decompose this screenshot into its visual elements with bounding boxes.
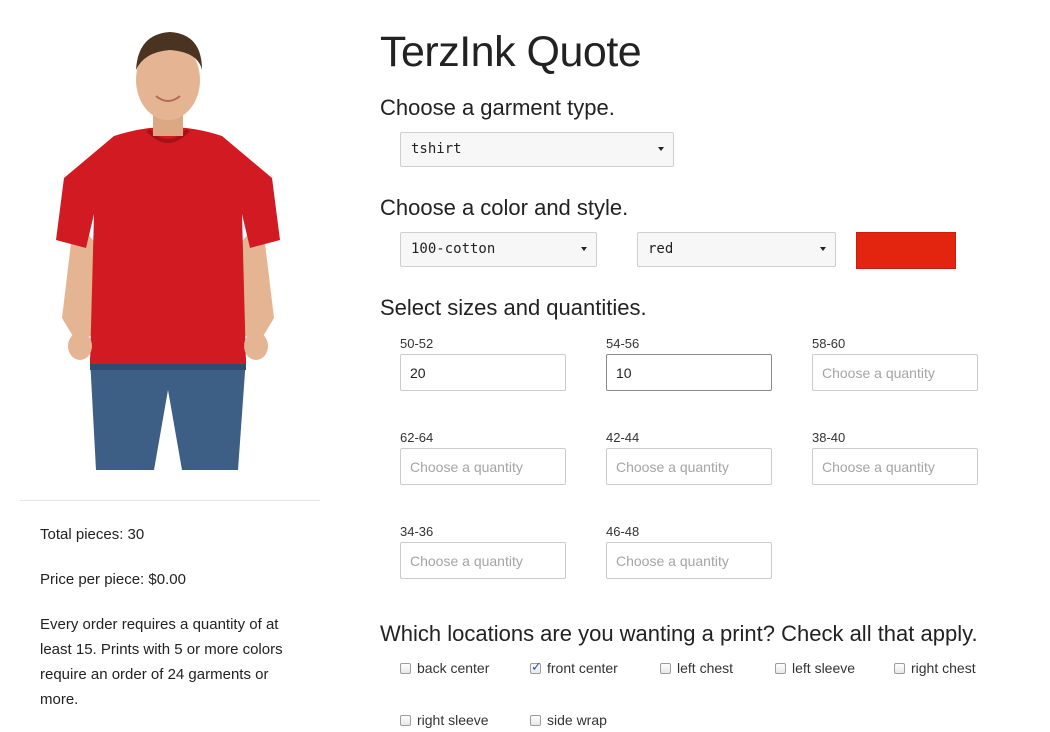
location-label: back center [417, 660, 490, 676]
order-summary: Total pieces: 30 Price per piece: $0.00 … [40, 522, 310, 732]
color-swatch [856, 232, 956, 269]
location-back-center[interactable]: back center [400, 660, 489, 676]
quantity-input-42-44[interactable] [606, 448, 772, 485]
print-locations-heading: Which locations are you wanting a print?… [380, 621, 978, 646]
quantity-input-58-60[interactable] [812, 354, 978, 391]
style-select[interactable]: 100-cotton [400, 232, 597, 267]
size-label-42-44: 42-44 [606, 430, 640, 445]
chevron-down-icon [581, 247, 587, 251]
order-requirements-note: Every order requires a quantity of at le… [40, 616, 283, 708]
checkbox[interactable] [894, 662, 905, 674]
checkbox[interactable] [530, 659, 542, 675]
preview-panel: Total pieces: 30 Price per piece: $0.00 … [0, 0, 340, 726]
size-label-58-60: 58-60 [812, 336, 846, 351]
color-value: red [648, 241, 674, 257]
checkbox[interactable] [400, 714, 411, 726]
location-right-chest[interactable]: right chest [894, 660, 976, 676]
quantity-input-34-36[interactable] [400, 542, 566, 579]
location-front-center[interactable]: front center [530, 659, 618, 676]
size-label-54-56: 54-56 [606, 336, 640, 351]
quantity-input-38-40[interactable] [812, 448, 978, 485]
quantity-input-54-56[interactable] [606, 354, 772, 391]
location-left-sleeve[interactable]: left sleeve [775, 660, 855, 676]
garment-type-value: tshirt [411, 141, 462, 157]
chevron-down-icon [820, 247, 826, 251]
chevron-down-icon [658, 147, 664, 151]
location-label: front center [547, 660, 618, 676]
location-label: left chest [677, 660, 734, 676]
color-select[interactable]: red [637, 232, 836, 267]
size-label-62-64: 62-64 [400, 430, 434, 445]
checkbox[interactable] [530, 714, 541, 726]
quote-form: TerzInk Quote Choose a garment type. tsh… [380, 0, 1040, 728]
size-label-34-36: 34-36 [400, 524, 434, 539]
quantity-input-50-52[interactable] [400, 354, 566, 391]
location-label: right chest [911, 660, 976, 676]
color-style-heading: Choose a color and style. [380, 195, 629, 220]
garment-preview-image [56, 32, 280, 470]
checkbox[interactable] [660, 662, 671, 674]
quantity-input-62-64[interactable] [400, 448, 566, 485]
divider [20, 500, 320, 501]
style-value: 100-cotton [411, 241, 496, 257]
garment-type-select[interactable]: tshirt [400, 132, 674, 167]
location-left-chest[interactable]: left chest [660, 660, 733, 676]
size-label-50-52: 50-52 [400, 336, 434, 351]
checkbox[interactable] [400, 662, 411, 674]
sizes-heading: Select sizes and quantities. [380, 295, 647, 320]
checkbox[interactable] [775, 662, 786, 674]
garment-type-heading: Choose a garment type. [380, 95, 615, 120]
quantity-input-46-48[interactable] [606, 542, 772, 579]
size-label-46-48: 46-48 [606, 524, 640, 539]
location-label: left sleeve [792, 660, 856, 676]
total-pieces: Total pieces: 30 [40, 526, 145, 543]
size-label-38-40: 38-40 [812, 430, 846, 445]
price-per-piece: Price per piece: $0.00 [40, 571, 186, 588]
page-title: TerzInk Quote [380, 28, 642, 76]
